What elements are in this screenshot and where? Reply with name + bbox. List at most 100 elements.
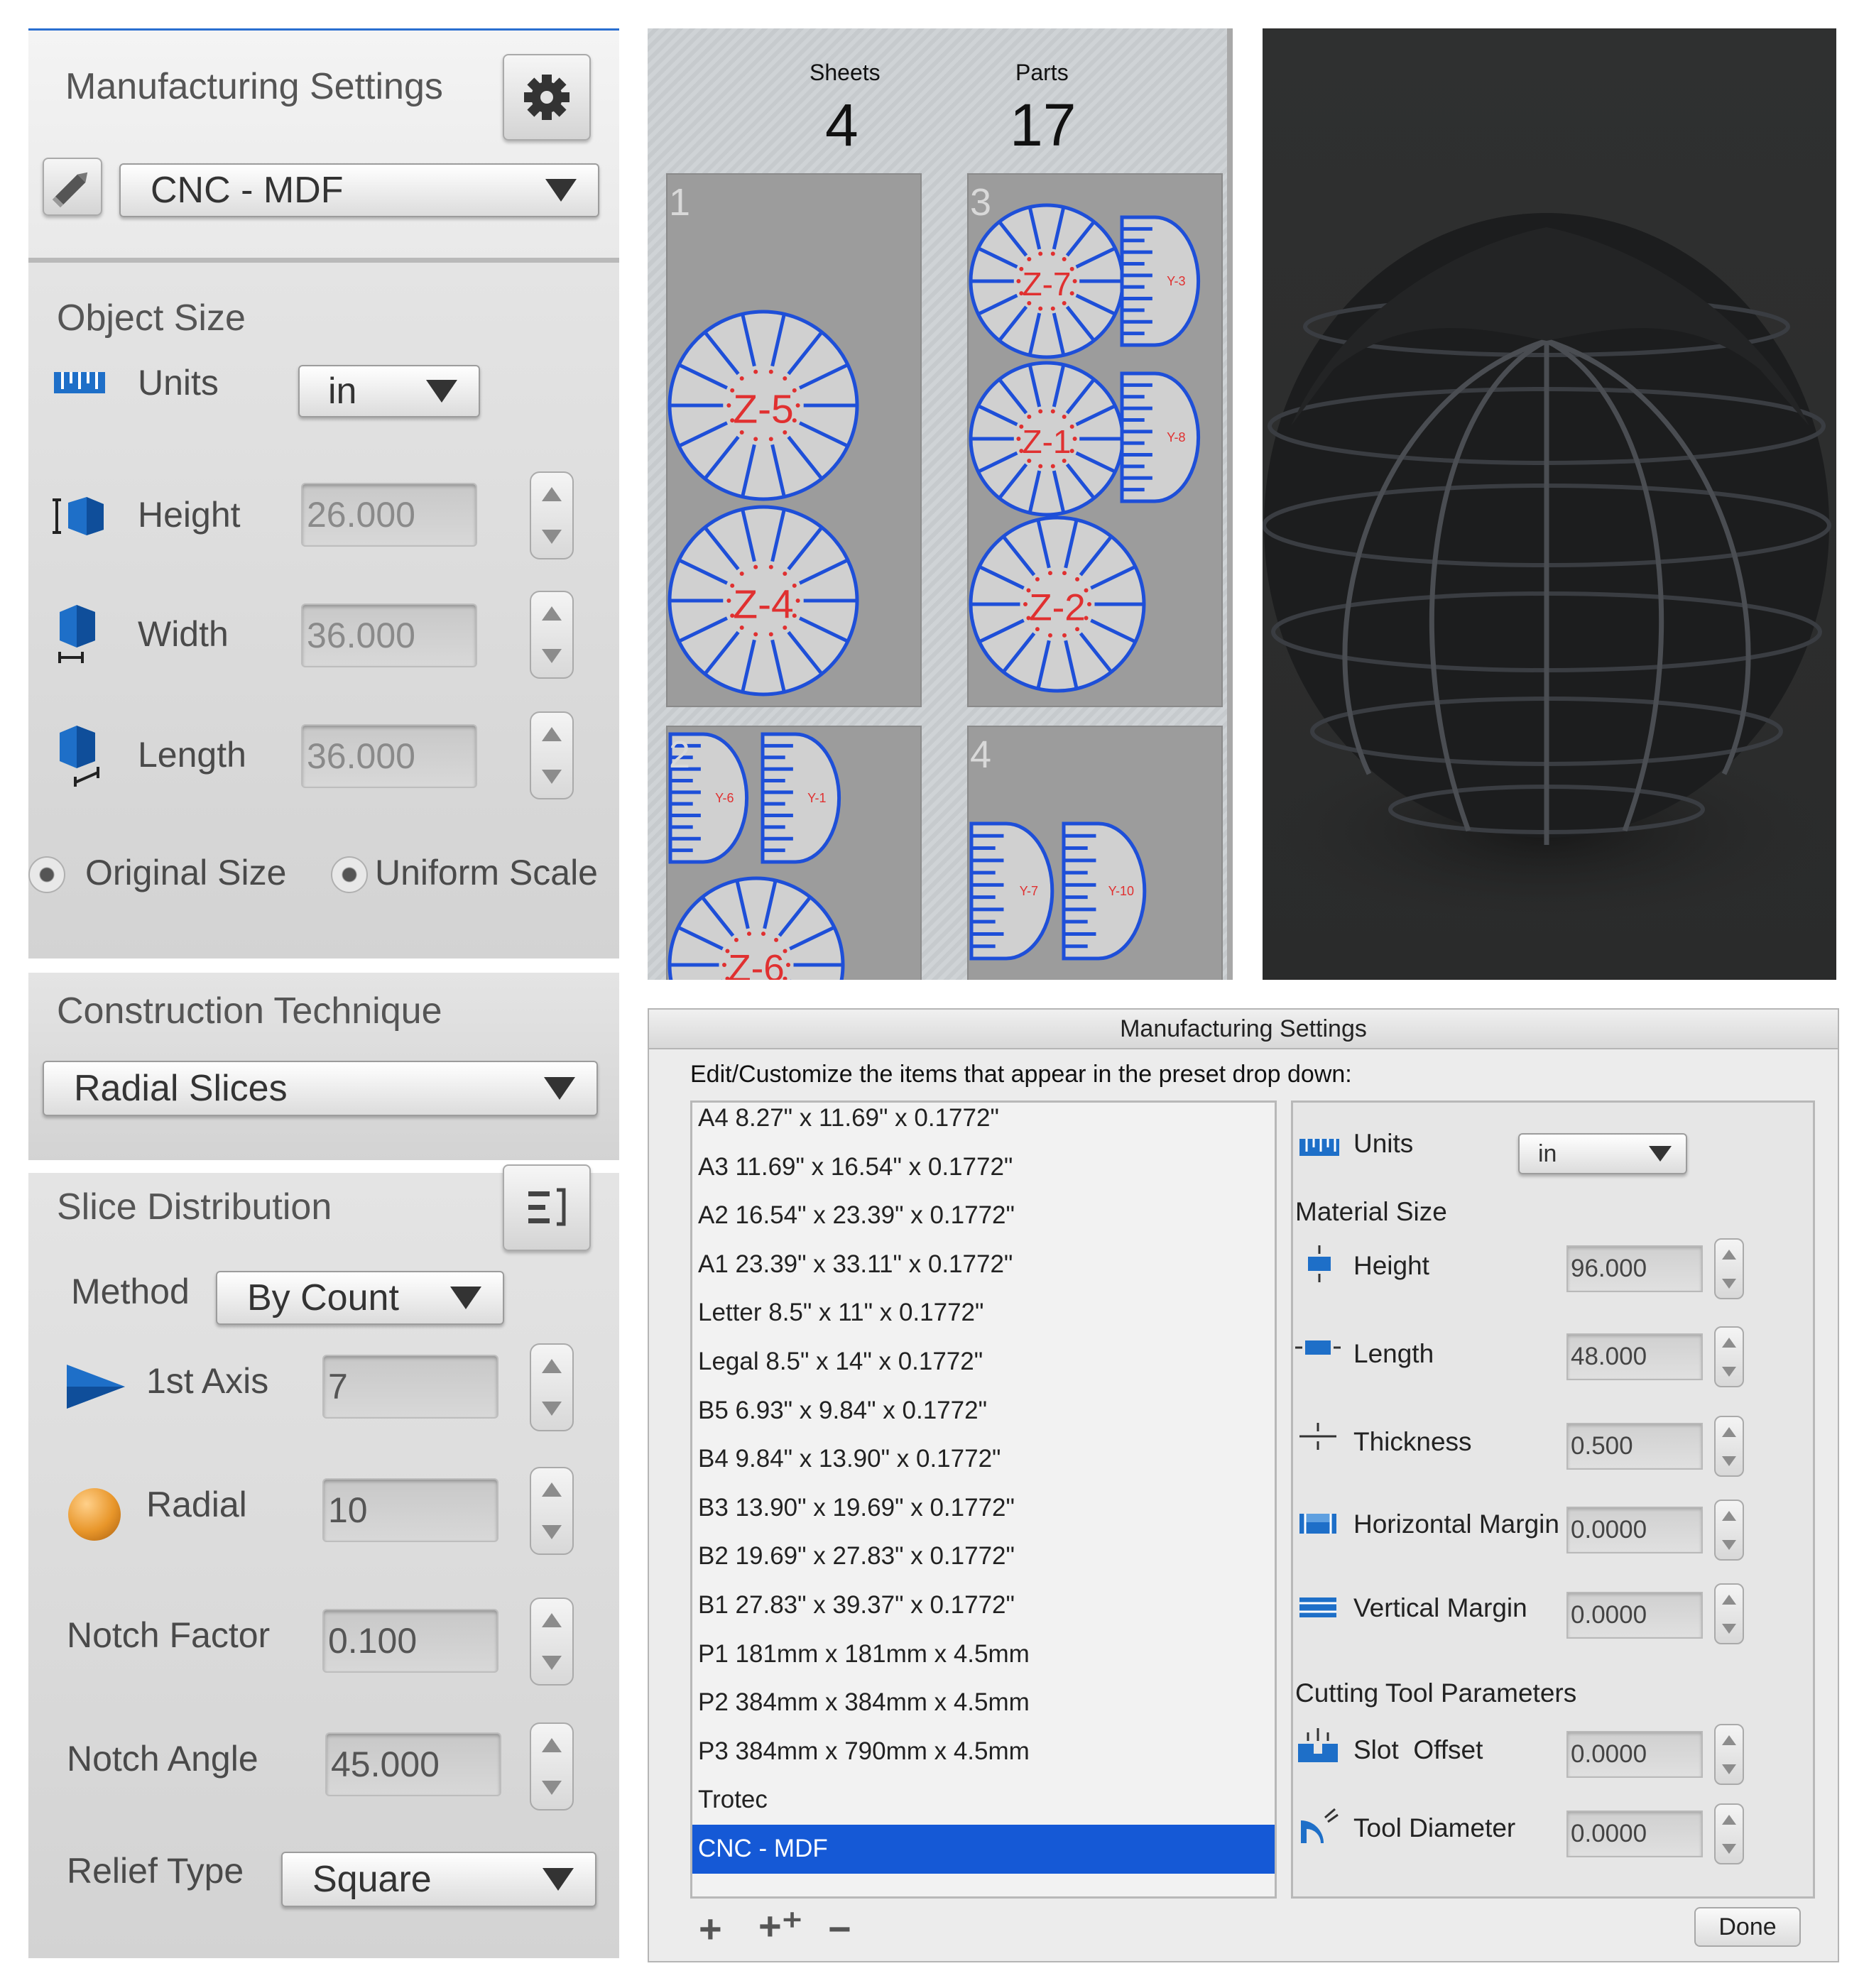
object-size-title: Object Size (57, 297, 246, 339)
add-preset-button[interactable]: + (699, 1906, 722, 1952)
preset-list-item[interactable]: Trotec (692, 1776, 1275, 1825)
edit-preset-button[interactable] (43, 158, 102, 216)
arrow-down-icon (542, 649, 562, 663)
preset-list-item[interactable]: A3 11.69" x 16.54" x 0.1772" (692, 1143, 1275, 1192)
disc-part[interactable]: Z-6 (667, 876, 845, 980)
object-length-stepper[interactable] (530, 711, 574, 799)
material-length-stepper[interactable] (1714, 1326, 1744, 1387)
uniform-scale-radio[interactable] (331, 856, 368, 893)
relief-type-label: Relief Type (67, 1851, 244, 1891)
first-axis-field[interactable]: 7 (322, 1355, 498, 1419)
disc-part[interactable]: Z-4 (667, 505, 859, 697)
material-height-field[interactable]: 96.000 (1566, 1245, 1703, 1292)
height-label: Height (138, 495, 241, 535)
object-width-field[interactable]: 36.000 (301, 604, 477, 667)
preset-list-item[interactable]: B4 9.84" x 13.90" x 0.1772" (692, 1435, 1275, 1484)
units-label: Units (138, 363, 219, 403)
object-height-field[interactable]: 26.000 (301, 483, 477, 547)
rib-part[interactable]: Y-7 (969, 821, 1054, 961)
rib-part[interactable]: Y-3 (1120, 215, 1201, 347)
thickness-field[interactable]: 0.500 (1566, 1423, 1703, 1470)
settings-gear-button[interactable] (503, 54, 591, 141)
tool-diameter-stepper[interactable] (1714, 1803, 1744, 1864)
object-width-stepper[interactable] (530, 591, 574, 679)
radial-sphere-icon (68, 1488, 121, 1541)
preset-list-item[interactable]: B5 6.93" x 9.84" x 0.1772" (692, 1387, 1275, 1436)
original-size-radio[interactable] (28, 856, 65, 893)
notch-angle-label: Notch Angle (67, 1739, 258, 1779)
remove-preset-button[interactable]: − (828, 1906, 851, 1952)
construction-technique-dropdown[interactable]: Radial Slices (43, 1061, 598, 1116)
method-dropdown[interactable]: By Count (216, 1271, 504, 1325)
chevron-down-icon (450, 1287, 481, 1309)
preset-list-item[interactable]: A2 16.54" x 23.39" x 0.1772" (692, 1191, 1275, 1240)
slice-list-button[interactable] (503, 1164, 591, 1251)
preset-list-item[interactable]: A1 23.39" x 33.11" x 0.1772" (692, 1240, 1275, 1289)
list-icon (528, 1188, 566, 1226)
preset-list-item[interactable]: B3 13.90" x 19.69" x 0.1772" (692, 1484, 1275, 1533)
done-button[interactable]: Done (1694, 1907, 1801, 1947)
object-length-field[interactable]: 36.000 (301, 724, 477, 788)
preset-list-item[interactable]: P1 181mm x 181mm x 4.5mm (692, 1630, 1275, 1679)
3d-preview-viewport[interactable] (1263, 28, 1836, 980)
preset-list-item[interactable]: B1 27.83" x 39.37" x 0.1772" (692, 1581, 1275, 1630)
object-height-stepper[interactable] (530, 471, 574, 559)
length-label: Length (138, 735, 246, 775)
tool-diameter-field[interactable]: 0.0000 (1566, 1810, 1703, 1857)
arrow-down-icon (1722, 1623, 1736, 1634)
sheet-card[interactable]: Y-7 Y-10 4 (967, 726, 1223, 980)
material-length-field[interactable]: 48.000 (1566, 1333, 1703, 1380)
slot-offset-field[interactable]: 0.0000 (1566, 1731, 1703, 1778)
sheet-card[interactable]: Z-7 Y-3 Z-1 Y-8 Z-2 3 (967, 173, 1223, 707)
arrow-down-icon (542, 530, 562, 544)
preset-dropdown[interactable]: CNC - MDF (119, 163, 599, 217)
material-height-icon (1308, 1245, 1331, 1282)
disc-part[interactable]: Z-1 (969, 361, 1125, 517)
material-height-stepper[interactable] (1714, 1238, 1744, 1299)
arrow-up-icon (1722, 1249, 1736, 1260)
preset-list-item[interactable]: Letter 8.5" x 11" x 0.1772" (692, 1289, 1275, 1338)
relief-type-dropdown[interactable]: Square (281, 1852, 596, 1907)
preset-list-item[interactable]: P3 384mm x 790mm x 4.5mm (692, 1727, 1275, 1776)
notch-angle-stepper[interactable] (530, 1722, 574, 1810)
slot-offset-stepper[interactable] (1714, 1724, 1744, 1785)
dialog-title: Manufacturing Settings (1120, 1015, 1367, 1042)
arrow-up-icon (1722, 1814, 1736, 1825)
preset-list-item[interactable]: P2 384mm x 384mm x 4.5mm (692, 1678, 1275, 1727)
sheet-card[interactable]: Y-6 Y-1 Z-6 2 (666, 726, 922, 980)
vertical-margin-stepper[interactable] (1714, 1583, 1744, 1644)
disc-part[interactable]: Z-5 (667, 310, 859, 501)
preset-list-item[interactable]: A4 8.27" x 11.69" x 0.1772" (692, 1103, 1275, 1143)
units-ruler-icon (1299, 1139, 1339, 1156)
notch-factor-field[interactable]: 0.100 (322, 1609, 498, 1673)
horizontal-margin-stepper[interactable] (1714, 1500, 1744, 1561)
rib-part[interactable]: Y-8 (1120, 371, 1201, 503)
arrow-down-icon (1722, 1456, 1736, 1466)
notch-factor-stepper[interactable] (530, 1598, 574, 1686)
thickness-stepper[interactable] (1714, 1416, 1744, 1477)
preset-list[interactable]: A4 8.27" x 11.69" x 0.1772" A3 11.69" x 1… (690, 1100, 1277, 1899)
sheet-layout-view: Sheets 4 Parts 17 Z-5 Z-4 1 Z-7 Y-3 Z-1 Y-8 Z… (648, 28, 1233, 980)
radial-stepper[interactable] (530, 1467, 574, 1555)
notch-angle-field[interactable]: 45.000 (325, 1732, 501, 1796)
disc-part[interactable]: Z-2 (969, 515, 1146, 693)
preset-list-item[interactable]: CNC - MDF (692, 1824, 1275, 1874)
first-axis-stepper[interactable] (530, 1343, 574, 1431)
slot-offset-label: Slot Offset (1353, 1735, 1483, 1764)
vertical-margin-field[interactable]: 0.0000 (1566, 1592, 1703, 1639)
disc-part[interactable]: Z-7 (969, 203, 1125, 359)
preset-list-item[interactable]: Legal 8.5" x 14" x 0.1772" (692, 1338, 1275, 1387)
width-label: Width (138, 614, 229, 654)
radial-field[interactable]: 10 (322, 1478, 498, 1542)
preset-list-item[interactable]: B2 19.69" x 27.83" x 0.1772" (692, 1532, 1275, 1581)
rib-part[interactable]: Y-10 (1062, 821, 1147, 961)
sheet-card[interactable]: Z-5 Z-4 1 (666, 173, 922, 707)
dialog-units-dropdown[interactable]: in (1518, 1133, 1687, 1174)
add-child-preset-button[interactable]: +⁺ (758, 1903, 802, 1950)
sheet-number: 4 (970, 733, 992, 776)
horizontal-margin-field[interactable]: 0.0000 (1566, 1507, 1703, 1553)
arrow-down-icon (542, 1781, 562, 1795)
rib-part[interactable]: Y-1 (761, 732, 841, 864)
units-dropdown[interactable]: in (298, 365, 480, 417)
sheet-parts: Z-5 Z-4 (667, 310, 859, 697)
